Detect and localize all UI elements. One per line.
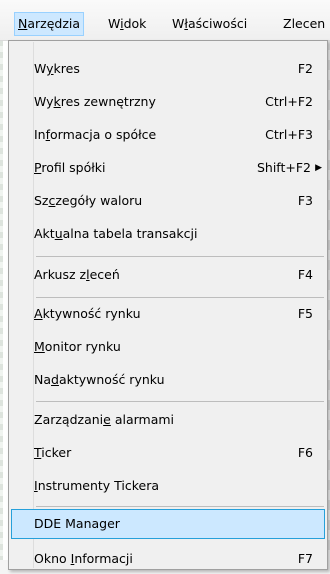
menu-item-monitor-rynku[interactable]: Monitor rynku bbox=[11, 332, 325, 362]
menu-item-nadaktywnosc-rynku[interactable]: Nadaktywność rynku bbox=[11, 365, 325, 395]
menu-item-instrumenty-tickera[interactable]: Instrumenty Tickera bbox=[11, 471, 325, 501]
menu-zlecenia[interactable]: Zlecen bbox=[283, 12, 325, 36]
menu-item-wykres[interactable]: Wykres F2 bbox=[11, 54, 325, 84]
menu-separator bbox=[36, 256, 324, 257]
shortcut-label: F3 bbox=[297, 193, 313, 208]
menu-item-aktualna-tabela-transakcji[interactable]: Aktualna tabela transakcji bbox=[11, 219, 325, 249]
shortcut-label: F6 bbox=[297, 445, 313, 460]
menu-item-aktywnosc-rynku[interactable]: Aktywność rynku F5 bbox=[11, 299, 325, 329]
menu-wlasciwosci[interactable]: Właściwości bbox=[172, 12, 247, 36]
narzedzia-dropdown-menu: Wykres F2 Wykres zewnętrzny Ctrl+F2 Info… bbox=[8, 40, 328, 570]
menu-separator bbox=[36, 297, 324, 298]
menu-item-okno-informacji[interactable]: Okno Informacji F7 bbox=[11, 544, 325, 574]
menu-item-ticker[interactable]: Ticker F6 bbox=[11, 438, 325, 468]
submenu-arrow-icon: ▶ bbox=[315, 163, 322, 173]
menu-item-informacja-o-spolce[interactable]: Informacja o spółce Ctrl+F3 bbox=[11, 120, 325, 150]
background-chart-edge bbox=[0, 40, 3, 560]
menu-narzedzia[interactable]: Narzędzia bbox=[14, 12, 85, 36]
menu-item-wykres-zewnetrzny[interactable]: Wykres zewnętrzny Ctrl+F2 bbox=[11, 87, 325, 117]
shortcut-label: Ctrl+F3 bbox=[265, 127, 313, 142]
menu-item-profil-spolki[interactable]: Profil spółki Shift+F2 ▶ bbox=[11, 153, 325, 183]
menu-item-arkusz-zlecen[interactable]: Arkusz zleceń F4 bbox=[11, 260, 325, 290]
shortcut-label: F7 bbox=[297, 551, 313, 566]
shortcut-label: Ctrl+F2 bbox=[265, 94, 313, 109]
menubar: Narzędzia Widok Właściwości Zlecen bbox=[0, 0, 330, 41]
menu-item-zarzadzanie-alarmami[interactable]: Zarządzanie alarmami bbox=[11, 405, 325, 435]
shortcut-label: F4 bbox=[297, 267, 313, 282]
shortcut-label: F2 bbox=[297, 61, 313, 76]
menu-separator bbox=[36, 506, 324, 507]
shortcut-label: Shift+F2 bbox=[256, 160, 311, 175]
menu-item-dde-manager[interactable]: DDE Manager bbox=[11, 509, 325, 539]
menu-item-szczegoly-waloru[interactable]: Szczegóły waloru F3 bbox=[11, 186, 325, 216]
menu-separator bbox=[36, 401, 324, 402]
shortcut-label: F5 bbox=[297, 306, 313, 321]
menu-widok[interactable]: Widok bbox=[108, 12, 146, 36]
